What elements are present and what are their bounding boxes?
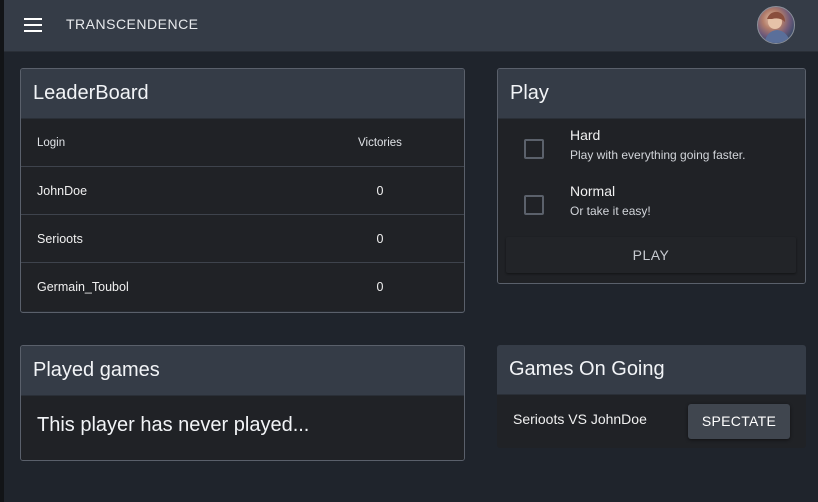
table-header-row: Login Victories: [21, 119, 464, 167]
app-title: TRANSCENDENCE: [66, 16, 199, 32]
spectate-button[interactable]: SPECTATE: [688, 404, 790, 439]
table-row: Serioots 0: [21, 215, 464, 263]
table-row: JohnDoe 0: [21, 167, 464, 215]
play-options: Hard Play with everything going faster. …: [498, 119, 805, 283]
option-description: Or take it easy!: [570, 204, 651, 218]
play-button[interactable]: PLAY: [506, 237, 796, 273]
hard-checkbox[interactable]: [524, 139, 544, 159]
option-normal: Normal Or take it easy!: [524, 183, 794, 227]
played-games-title: Played games: [21, 346, 464, 396]
play-card: Play Hard Play with everything going fas…: [497, 68, 806, 284]
option-label: Hard: [570, 127, 601, 143]
victories-cell: 0: [376, 183, 384, 198]
game-label: Serioots VS JohnDoe: [513, 411, 647, 427]
login-cell: Germain_Toubol: [37, 280, 129, 294]
leaderboard-title: LeaderBoard: [21, 69, 464, 119]
empty-state-text: This player has never played...: [37, 414, 310, 436]
games-ongoing-title: Games On Going: [497, 345, 806, 395]
played-games-card: Played games This player has never playe…: [20, 345, 465, 461]
option-description: Play with everything going faster.: [570, 148, 746, 162]
column-header-login: Login: [37, 136, 66, 149]
option-label: Normal: [570, 183, 616, 199]
option-hard: Hard Play with everything going faster.: [524, 127, 794, 171]
played-games-body: This player has never played...: [21, 396, 464, 460]
leaderboard-table: Login Victories JohnDoe 0 Serioots 0 Ger…: [21, 119, 464, 311]
hamburger-menu-icon[interactable]: [24, 18, 42, 32]
top-app-bar: TRANSCENDENCE: [4, 0, 818, 52]
play-title: Play: [498, 69, 805, 119]
table-row: Germain_Toubol 0: [21, 263, 464, 311]
list-item: Serioots VS JohnDoe SPECTATE: [497, 395, 806, 448]
victories-cell: 0: [376, 231, 384, 246]
leaderboard-card: LeaderBoard Login Victories JohnDoe 0 Se…: [20, 68, 465, 313]
games-ongoing-card: Games On Going Serioots VS JohnDoe SPECT…: [497, 345, 806, 448]
login-cell: JohnDoe: [37, 183, 88, 198]
left-edge: [0, 0, 4, 502]
normal-checkbox[interactable]: [524, 195, 544, 215]
user-avatar[interactable]: [757, 6, 795, 44]
login-cell: Serioots: [37, 231, 83, 246]
column-header-victories: Victories: [358, 136, 402, 149]
victories-cell: 0: [376, 280, 384, 294]
